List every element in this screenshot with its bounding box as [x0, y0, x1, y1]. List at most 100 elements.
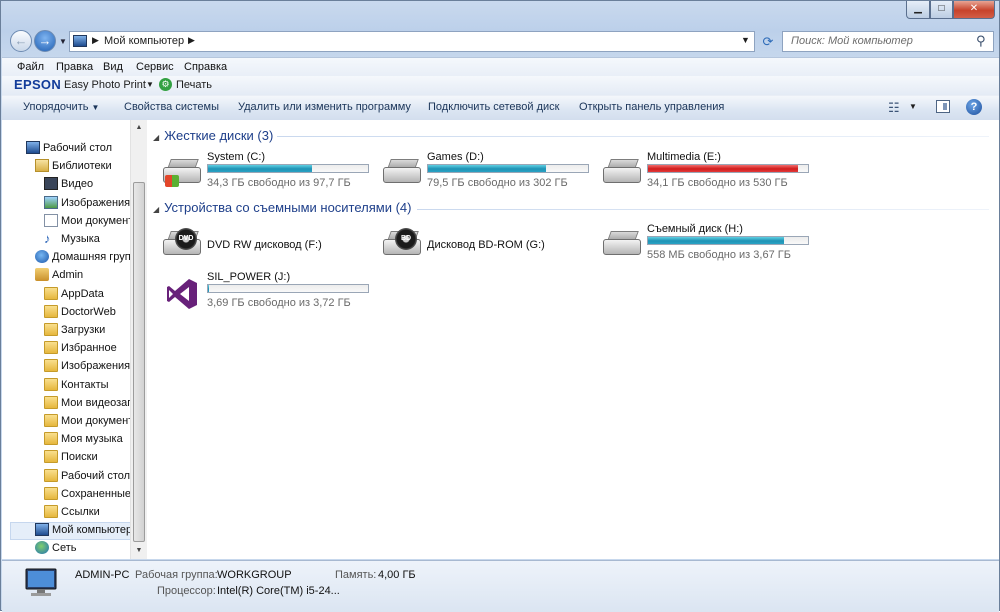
close-button[interactable]: ✕ — [953, 1, 995, 19]
recent-pages-dropdown[interactable]: ▼ — [59, 37, 67, 46]
chevron-down-icon[interactable]: ▼ — [909, 102, 917, 111]
video-library-icon — [44, 177, 58, 191]
drive-usage-bar — [647, 164, 809, 173]
sidebar-item-label: DoctorWeb — [61, 305, 116, 318]
drive-name: DVD RW дисковод (F:) — [207, 239, 322, 251]
preview-pane-icon[interactable] — [936, 100, 950, 113]
drive-tile[interactable]: SIL_POWER (J:) 3,69 ГБ свободно из 3,72 Г… — [161, 271, 371, 319]
search-input[interactable]: Поиск: Мой компьютер ⚲ — [782, 31, 994, 52]
menu-view[interactable]: Вид — [103, 61, 123, 73]
sidebar-item[interactable]: Мой компьютер — [2, 521, 130, 539]
breadcrumb-arrow-icon[interactable]: ▶ — [92, 35, 99, 46]
change-view-icon[interactable]: ☷ — [888, 100, 900, 116]
scroll-up-arrow-icon[interactable]: ▲ — [131, 120, 147, 136]
help-icon[interactable]: ? — [966, 99, 982, 115]
network-icon — [35, 541, 49, 555]
sidebar-item[interactable]: Мои документ — [2, 212, 130, 230]
saved-games-folder-icon — [44, 486, 58, 500]
memory-label: Память: — [335, 569, 377, 581]
address-dropdown-icon[interactable]: ▼ — [741, 35, 750, 45]
menu-edit[interactable]: Правка — [56, 61, 93, 73]
disc-badge: BD — [395, 228, 417, 250]
scroll-down-arrow-icon[interactable]: ▼ — [131, 543, 147, 559]
sidebar-item[interactable]: Загрузки — [2, 321, 130, 339]
chevron-down-icon: ▼ — [59, 37, 67, 46]
group-header-hard-drives[interactable]: ◢ Жесткие диски (3) — [153, 128, 273, 143]
searches-folder-icon — [44, 450, 58, 464]
sidebar-item[interactable]: Домашняя груп — [2, 248, 130, 266]
drive-tile[interactable]: Multimedia (E:) 34,1 ГБ свободно из 530 Г… — [601, 151, 811, 199]
sidebar-item[interactable]: Избранное — [2, 339, 130, 357]
sidebar-item[interactable]: Admin — [2, 266, 130, 284]
sidebar-item[interactable]: Видео — [2, 175, 130, 193]
sidebar-item-label: Изображения — [61, 196, 130, 209]
sidebar-item[interactable]: AppData — [2, 285, 130, 303]
group-header-removable[interactable]: ◢ Устройства со съемными носителями (4) — [153, 200, 412, 215]
chevron-down-icon[interactable]: ▼ — [146, 80, 154, 89]
sidebar-item-label: Домашняя груп — [52, 251, 130, 264]
organize-label: Упорядочить — [23, 101, 89, 113]
sidebar-item[interactable]: Моя музыка — [2, 430, 130, 448]
back-button[interactable]: ← — [10, 30, 32, 52]
drive-tile[interactable]: System (C:) 34,3 ГБ свободно из 97,7 ГБ — [161, 151, 371, 199]
forward-button[interactable]: → — [34, 30, 56, 52]
sidebar-item[interactable]: Контакты — [2, 376, 130, 394]
sidebar-item[interactable]: Мои документ — [2, 412, 130, 430]
navigation-scrollbar[interactable]: ▲ ▼ — [130, 120, 147, 559]
visual-studio-icon — [161, 275, 201, 311]
refresh-button[interactable]: ⟳ — [758, 31, 778, 52]
map-network-drive-button[interactable]: Подключить сетевой диск — [428, 101, 559, 113]
sidebar-item[interactable]: Сеть — [2, 539, 130, 557]
easy-photo-print-button[interactable]: Easy Photo Print — [64, 79, 146, 91]
drive-tile[interactable]: Games (D:) 79,5 ГБ свободно из 302 ГБ — [381, 151, 591, 199]
music-library-icon: ♪ — [44, 231, 51, 246]
minimize-button[interactable]: ▁ — [906, 1, 930, 19]
drive-free-space: 79,5 ГБ свободно из 302 ГБ — [427, 177, 568, 189]
menu-help[interactable]: Справка — [184, 61, 227, 73]
documents-library-icon — [44, 213, 58, 227]
sidebar-item[interactable]: Мои видеозап — [2, 394, 130, 412]
address-bar[interactable]: ▶ Мой компьютер ▶ ▼ — [69, 31, 755, 52]
forward-arrow-icon: → — [38, 33, 52, 48]
search-icon[interactable]: ⚲ — [976, 33, 986, 49]
print-button[interactable]: Печать — [176, 79, 212, 91]
sidebar-item[interactable]: Изображения — [2, 357, 130, 375]
uninstall-program-button[interactable]: Удалить или изменить программу — [238, 101, 411, 113]
open-control-panel-button[interactable]: Открыть панель управления — [579, 101, 724, 113]
sidebar-item[interactable]: Сохраненные — [2, 485, 130, 503]
processor-value: Intel(R) Core(TM) i5-24... — [217, 585, 340, 597]
sidebar-item[interactable]: Изображения — [2, 194, 130, 212]
favorites-folder-icon — [44, 341, 58, 355]
folder-icon — [44, 304, 58, 318]
menu-tools[interactable]: Сервис — [136, 61, 174, 73]
drive-free-space: 3,69 ГБ свободно из 3,72 ГБ — [207, 297, 351, 309]
bd-drive-icon: BD — [381, 227, 421, 263]
breadcrumb-location[interactable]: Мой компьютер — [104, 35, 184, 47]
sidebar-item[interactable]: Поиски — [2, 448, 130, 466]
breadcrumb-arrow-icon[interactable]: ▶ — [188, 35, 195, 46]
drive-usage-fill — [208, 165, 312, 172]
organize-button[interactable]: Упорядочить ▼ — [23, 101, 99, 113]
sidebar-item[interactable]: Библиотеки — [2, 157, 130, 175]
sidebar-item-label: AppData — [61, 287, 104, 300]
back-arrow-icon: ← — [14, 33, 28, 48]
maximize-button[interactable]: □ — [930, 1, 953, 19]
sidebar-item[interactable]: ♪ Музыка — [2, 230, 130, 248]
drive-tile[interactable]: BD Дисковод BD-ROM (G:) — [381, 223, 591, 271]
desktop-folder-icon — [44, 468, 58, 482]
sidebar-item[interactable]: Рабочий стол — [2, 139, 130, 157]
drive-tile[interactable]: Съемный диск (H:) 558 МБ свободно из 3,67… — [601, 223, 811, 271]
sidebar-item[interactable]: Ссылки — [2, 503, 130, 521]
sidebar-item[interactable]: DoctorWeb — [2, 303, 130, 321]
menu-file[interactable]: Файл — [17, 61, 44, 73]
drive-usage-fill — [208, 285, 210, 292]
pc-name: ADMIN-PC — [75, 569, 130, 581]
sidebar-item-label: Сеть — [52, 542, 77, 555]
sidebar-item[interactable]: Рабочий стол — [2, 467, 130, 485]
drive-tile[interactable]: DVD DVD RW дисковод (F:) — [161, 223, 371, 271]
drive-usage-bar — [647, 236, 809, 245]
sidebar-item-label: Музыка — [61, 233, 100, 245]
title-bar: ▁ □ ✕ — [1, 1, 1000, 29]
system-properties-button[interactable]: Свойства системы — [124, 101, 219, 113]
scrollbar-thumb[interactable] — [133, 182, 145, 542]
